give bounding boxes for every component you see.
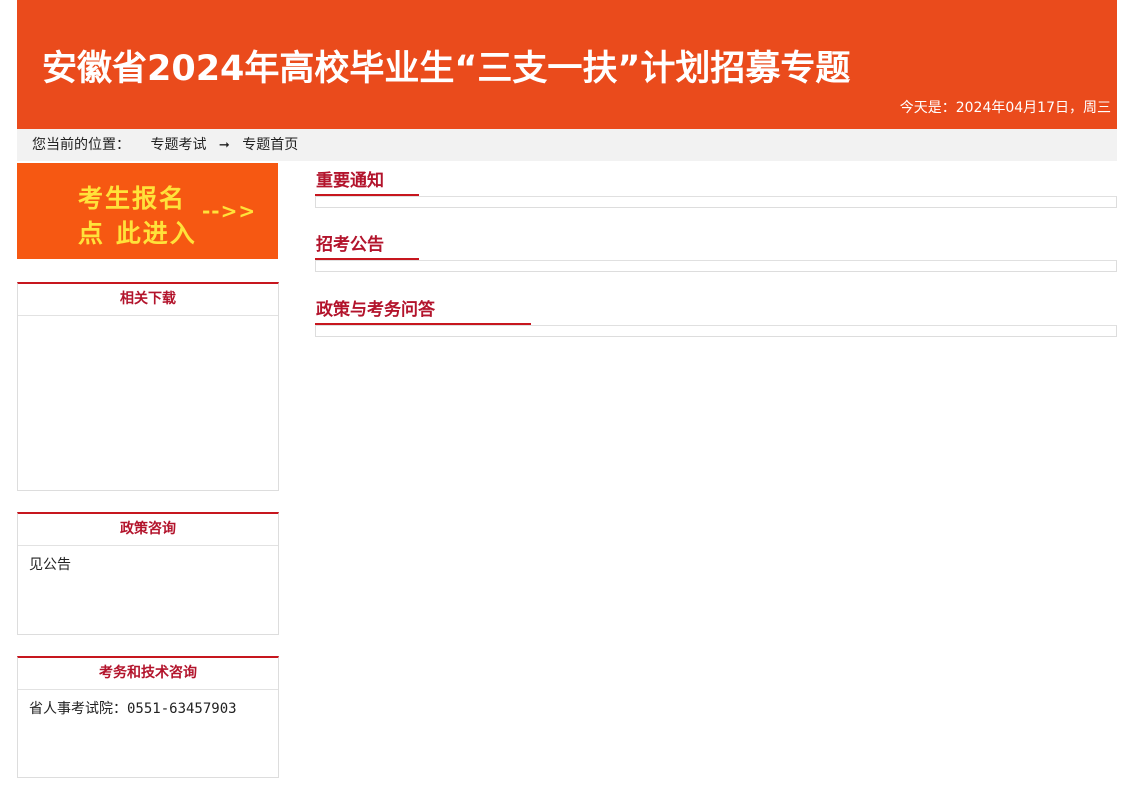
page-header: 安徽省2024年高校毕业生“三支一扶”计划招募专题 今天是：2024年04月17… (17, 0, 1117, 129)
section-announcements: 招考公告 (315, 232, 1117, 272)
current-date: 今天是：2024年04月17日，周三 (899, 100, 1111, 116)
breadcrumb-link-exams[interactable]: 专题考试 (150, 137, 206, 153)
section-notices: 重要通知 (315, 168, 1117, 208)
signup-line2: 点 此进入 (78, 219, 197, 248)
section-title-faq[interactable]: 政策与考务问答 (315, 297, 1117, 323)
downloads-panel: 相关下载 (17, 282, 279, 491)
signup-line1: 考生报名 (78, 184, 187, 213)
section-list-faq (315, 325, 1117, 337)
section-list-announcements (315, 260, 1117, 272)
section-list-notices (315, 196, 1117, 208)
policy-panel: 政策咨询 见公告 (17, 512, 279, 635)
policy-text: 见公告 (29, 557, 71, 573)
breadcrumb-link-home[interactable]: 专题首页 (242, 137, 298, 153)
signup-arrow-icon: -->> (202, 199, 257, 223)
section-title-announcements[interactable]: 招考公告 (315, 232, 1117, 258)
downloads-list (18, 316, 278, 332)
downloads-title[interactable]: 相关下载 (18, 284, 278, 316)
arrow-right-icon: ➞ (218, 138, 230, 153)
page-title: 安徽省2024年高校毕业生“三支一扶”计划招募专题 (42, 49, 851, 89)
breadcrumb-prefix: 您当前的位置： (32, 137, 130, 153)
support-panel: 考务和技术咨询 省人事考试院：0551-63457903 (17, 656, 279, 778)
section-title-notices[interactable]: 重要通知 (315, 168, 1117, 194)
policy-title[interactable]: 政策咨询 (18, 514, 278, 546)
support-text: 省人事考试院：0551-63457903 (29, 701, 237, 717)
signup-banner-button[interactable]: 考生报名 点 此进入 -->> (17, 163, 278, 259)
support-title[interactable]: 考务和技术咨询 (18, 658, 278, 690)
section-faq: 政策与考务问答 (315, 297, 1117, 337)
breadcrumb: 您当前的位置： 专题考试 ➞ 专题首页 (17, 129, 1117, 161)
